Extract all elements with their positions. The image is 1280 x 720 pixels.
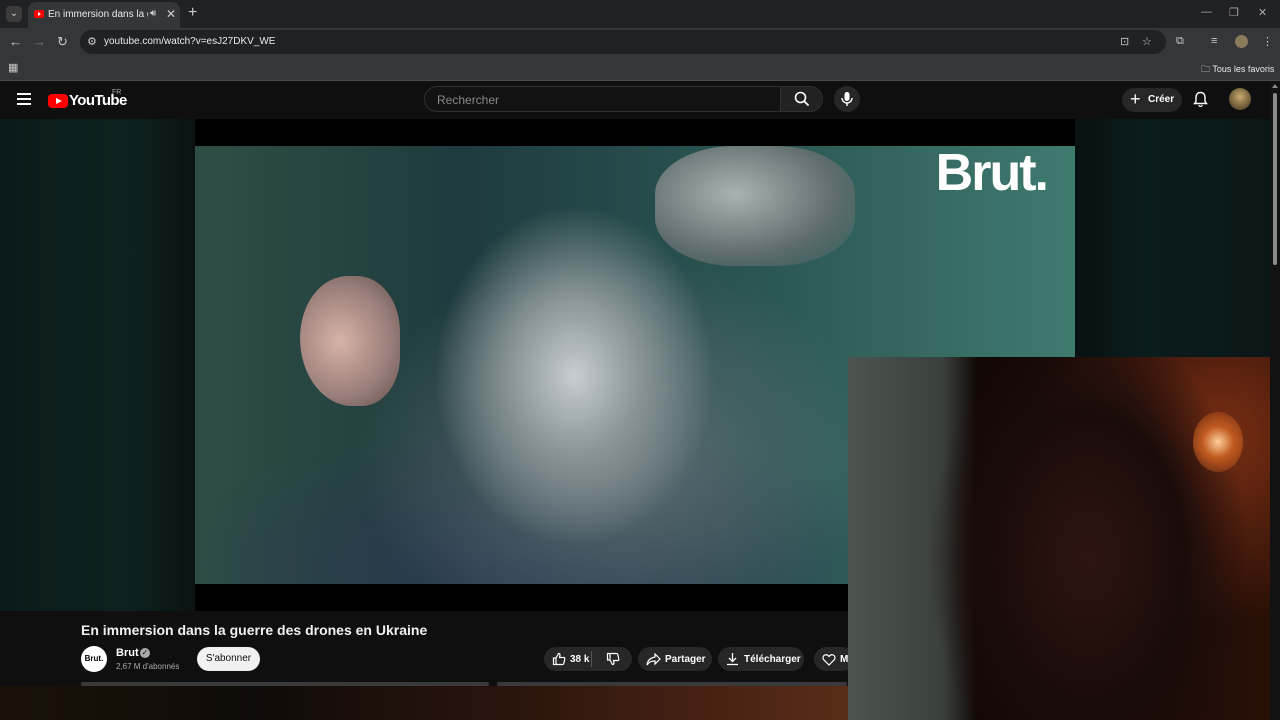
close-tab-icon[interactable]: ✕ (166, 7, 176, 21)
restore-icon[interactable]: ❐ (1229, 6, 1239, 19)
back-icon[interactable]: ← (9, 34, 22, 49)
hamburger-menu-icon[interactable] (17, 93, 31, 105)
notifications-button[interactable] (1193, 91, 1208, 113)
browser-toolbar: ← → ↻ ⚙ youtube.com/watch?v=esJ27DKV_WE … (0, 28, 1280, 56)
extensions-icon[interactable]: ⧉ (1176, 35, 1184, 48)
page-scrollbar[interactable] (1270, 81, 1280, 720)
site-info-icon[interactable]: ⚙ (87, 35, 97, 48)
tab-title: En immersion dans la guerre des drones e… (48, 9, 148, 20)
overlay-video-window[interactable] (848, 357, 1280, 720)
create-button[interactable]: + Créer (1122, 88, 1182, 112)
folder-icon: 🗀 (1201, 64, 1211, 74)
forward-icon[interactable]: → (33, 34, 46, 49)
thumbs-down-icon (606, 652, 620, 666)
recommendations-strip[interactable] (0, 686, 848, 720)
download-label: Télécharger (744, 654, 801, 665)
all-bookmarks-label: Tous les favoris (1212, 64, 1275, 74)
speaker-icon[interactable]: 🔊︎ (150, 8, 156, 19)
voice-search-button[interactable] (834, 86, 860, 112)
channel-avatar[interactable]: Brut. (81, 646, 107, 672)
dislike-button[interactable] (592, 647, 632, 671)
minimize-icon[interactable]: — (1201, 6, 1212, 18)
url-text: youtube.com/watch?v=esJ27DKV_WE (104, 36, 276, 47)
address-bar[interactable]: ⚙ youtube.com/watch?v=esJ27DKV_WE ⊡ ☆ (80, 30, 1166, 54)
browser-tab-bar: ⌄ En immersion dans la guerre des drones… (0, 0, 1280, 28)
new-tab-icon[interactable]: + (188, 4, 197, 22)
download-icon (727, 653, 738, 666)
country-code: FR (112, 89, 122, 96)
youtube-favicon-icon (34, 10, 44, 18)
profile-avatar-icon[interactable] (1235, 35, 1248, 48)
subscriber-count: 2,67 M d'abonnés (116, 662, 180, 671)
search-input[interactable] (435, 92, 769, 108)
all-bookmarks-button[interactable]: 🗀 Tous les favoris (1201, 62, 1274, 78)
youtube-header: YouTube FR + Créer (0, 81, 1280, 119)
scroll-thumb[interactable] (1273, 93, 1277, 265)
bookmarks-bar: ▦ 🗀 Tous les favoris (0, 56, 1280, 81)
channel-name[interactable]: Brut (116, 647, 139, 659)
media-controls-icon[interactable]: ≡ (1211, 35, 1217, 47)
video-hand-shape (655, 146, 855, 266)
heart-dollar-icon (822, 654, 836, 666)
youtube-play-icon (48, 94, 68, 108)
overlay-light-glow (1193, 412, 1243, 472)
like-count[interactable]: 38 k (570, 654, 589, 665)
brut-watermark: Brut. (935, 146, 1049, 202)
apps-grid-icon[interactable]: ▦ (8, 61, 18, 74)
scroll-up-arrow-icon[interactable] (1272, 84, 1278, 88)
download-button[interactable]: Télécharger (718, 647, 804, 671)
video-title: En immersion dans la guerre des drones e… (81, 622, 428, 638)
share-label: Partager (665, 654, 706, 665)
bell-icon (1193, 91, 1208, 108)
reload-icon[interactable]: ↻ (57, 34, 68, 50)
account-avatar[interactable] (1229, 88, 1251, 110)
install-app-icon[interactable]: ⊡ (1120, 35, 1129, 48)
thumbs-up-icon[interactable] (552, 652, 566, 666)
tab-search-chevron-icon[interactable]: ⌄ (6, 6, 22, 22)
subscribe-button[interactable]: S'abonner (197, 647, 260, 671)
verified-check-icon: ✓ (140, 648, 150, 658)
menu-kebab-icon[interactable]: ⋮ (1262, 35, 1273, 48)
search-box (424, 86, 781, 112)
browser-tab[interactable]: En immersion dans la guerre des drones e… (28, 2, 180, 28)
plus-icon: + (1130, 89, 1141, 109)
close-window-icon[interactable]: ✕ (1258, 6, 1267, 19)
microphone-icon (841, 92, 853, 106)
search-icon (794, 91, 810, 107)
create-label: Créer (1148, 94, 1175, 105)
share-button[interactable]: Partager (638, 647, 712, 671)
video-ear-shape (300, 276, 400, 406)
share-icon (646, 653, 661, 666)
search-button[interactable] (781, 86, 823, 112)
bookmark-star-icon[interactable]: ☆ (1142, 35, 1152, 48)
